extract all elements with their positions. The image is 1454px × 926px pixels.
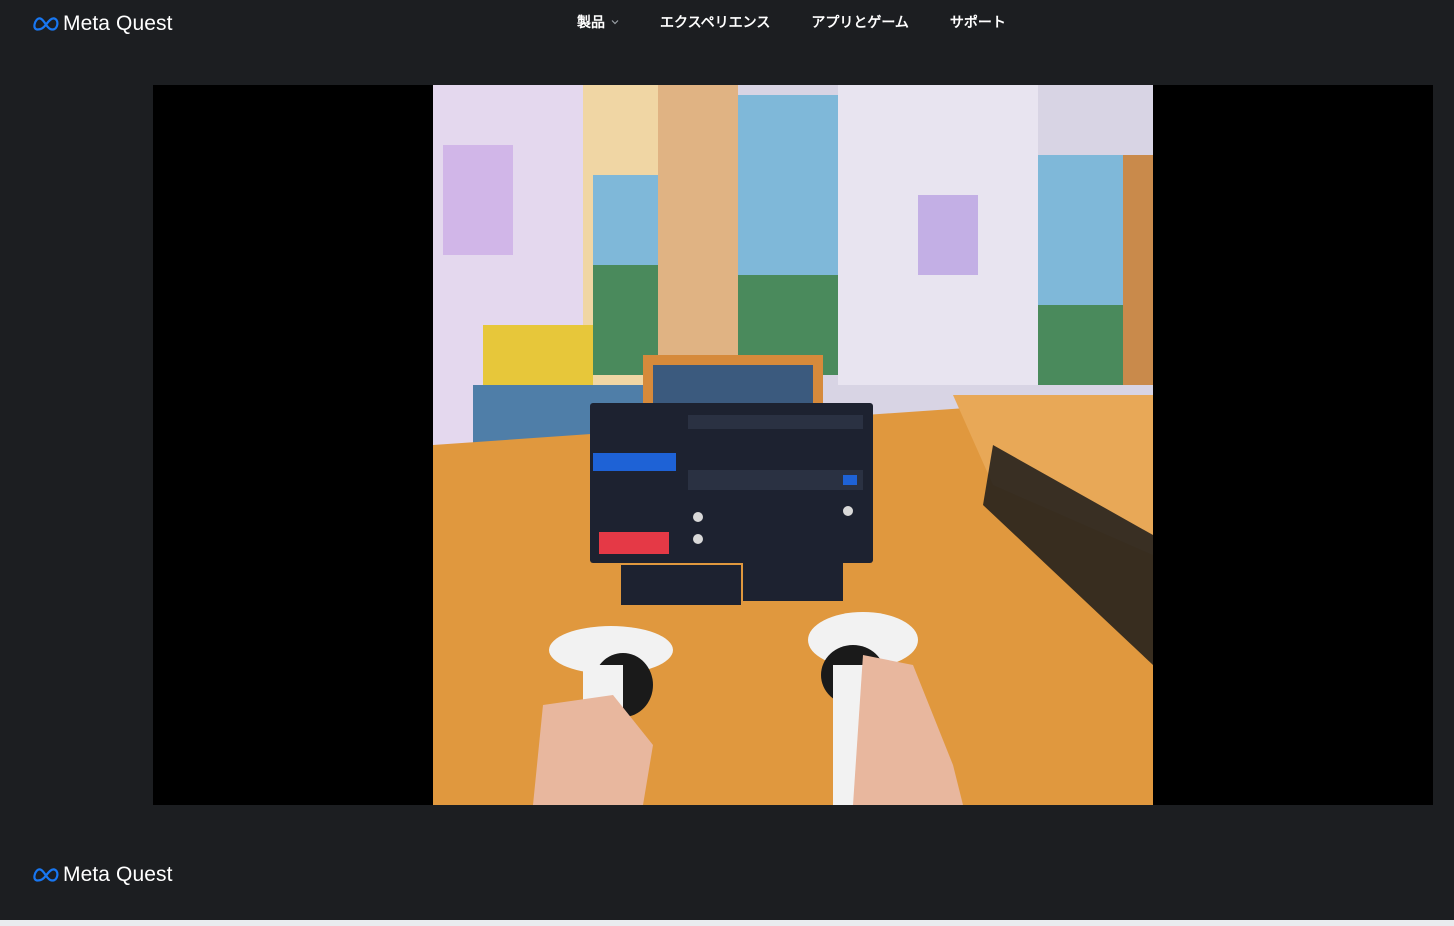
vr-scene-image: [433, 85, 1153, 805]
chevron-down-icon: [611, 20, 619, 25]
nav-item-products[interactable]: 製品: [577, 12, 619, 32]
meta-infinity-icon: [33, 868, 59, 882]
site-header: Meta Quest 製品 エクスペリエンス アプリとゲーム サポート: [0, 0, 1454, 50]
footer-logo-wordmark: Meta Quest: [63, 863, 173, 886]
nav-item-apps-games-label: アプリとゲーム: [811, 15, 909, 31]
main-nav: 製品 エクスペリエンス アプリとゲーム サポート: [577, 12, 1006, 32]
meta-quest-logo[interactable]: Meta Quest: [33, 12, 173, 36]
logo-wordmark: Meta Quest: [63, 12, 173, 35]
page-bottom-edge: [0, 920, 1454, 926]
nav-item-products-label: 製品: [577, 15, 605, 31]
nav-item-support-label: サポート: [949, 15, 1006, 31]
nav-item-experiences-label: エクスペリエンス: [660, 15, 771, 31]
vr-room-illustration: [433, 85, 1153, 805]
nav-item-experiences[interactable]: エクスペリエンス: [660, 12, 770, 32]
nav-item-support[interactable]: サポート: [950, 12, 1006, 32]
footer-meta-quest-logo[interactable]: Meta Quest: [33, 863, 173, 887]
video-player[interactable]: [153, 85, 1433, 805]
nav-item-apps-games[interactable]: アプリとゲーム: [811, 12, 909, 32]
meta-infinity-icon: [33, 17, 59, 31]
